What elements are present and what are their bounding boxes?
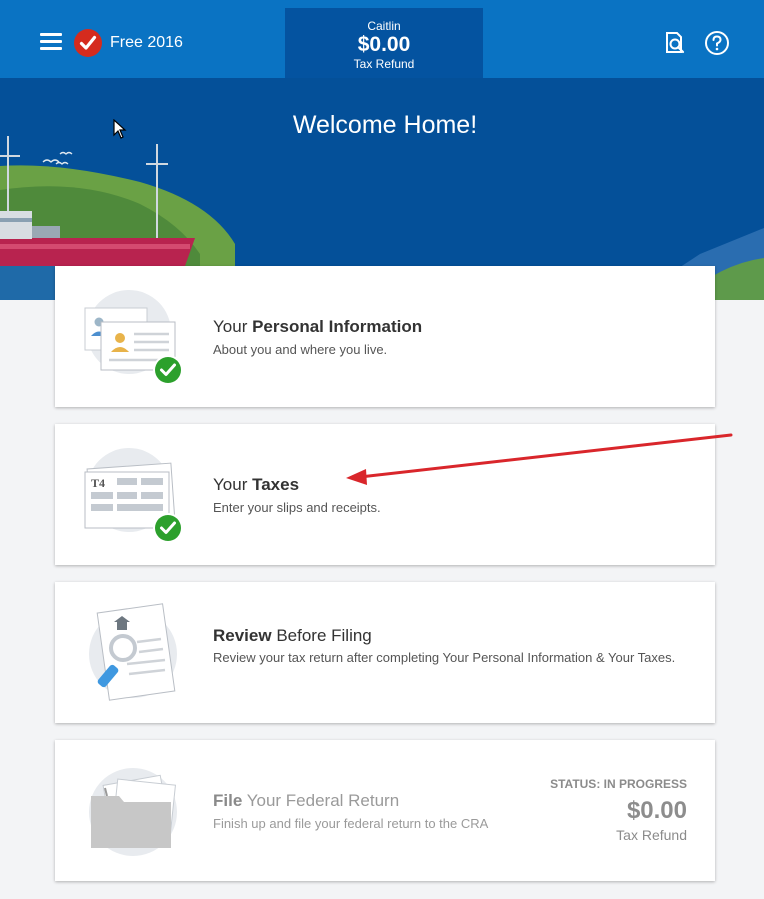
user-name: Caitlin xyxy=(367,19,401,33)
status-refund-amount: $0.00 xyxy=(626,797,687,824)
top-bar: Free 2016 Caitlin $0.00 Tax Refund xyxy=(0,0,764,78)
mouse-cursor-icon xyxy=(113,119,127,139)
refund-summary-tab[interactable]: Caitlin $0.00 Tax Refund xyxy=(285,8,483,78)
card-title: Your Personal Information xyxy=(213,317,422,337)
product-name: Free 2016 xyxy=(110,34,183,51)
refund-amount: $0.00 xyxy=(357,33,411,56)
card-title: Your Taxes xyxy=(213,475,299,495)
card-title: Review Before Filing xyxy=(213,626,372,646)
search-document-icon[interactable] xyxy=(662,30,688,56)
t4-slip-illustration-icon: T4 xyxy=(84,448,183,543)
review-magnifier-illustration-icon xyxy=(89,603,177,701)
card-subtitle: About you and where you live. xyxy=(213,342,388,357)
title-bold: File xyxy=(213,791,243,810)
title-bold: Taxes xyxy=(252,475,300,494)
status-refund-label: Tax Refund xyxy=(616,827,687,843)
title-suffix: Your Federal Return xyxy=(242,791,400,810)
help-icon[interactable] xyxy=(704,30,730,56)
personal-info-illustration-icon xyxy=(84,290,183,385)
status-text: STATUS: IN PROGRESS xyxy=(550,777,687,791)
title-prefix: Your xyxy=(213,317,253,336)
t4-label: T4 xyxy=(91,476,105,490)
return-status: STATUS: IN PROGRESS $0.00 Tax Refund xyxy=(550,777,687,843)
card-file-federal-return[interactable]: File Your Federal Return Finish up and f… xyxy=(55,740,715,881)
title-prefix: Your xyxy=(213,475,253,494)
card-title: File Your Federal Return xyxy=(213,791,399,811)
title-bold: Personal Information xyxy=(252,317,423,336)
card-review-before-filing[interactable]: Review Before Filing Review your tax ret… xyxy=(55,582,715,723)
logo-check-icon xyxy=(74,29,102,57)
card-personal-information[interactable]: Your Personal Information About you and … xyxy=(55,266,715,407)
card-subtitle: Review your tax return after completing … xyxy=(213,650,676,665)
menu-icon[interactable] xyxy=(40,33,62,51)
file-folder-illustration-icon xyxy=(89,768,177,856)
title-bold: Review xyxy=(213,626,272,645)
title-suffix: Before Filing xyxy=(271,626,372,645)
card-your-taxes[interactable]: T4 Your Taxes Enter your slips and recei… xyxy=(55,424,715,565)
refund-label: Tax Refund xyxy=(353,57,415,71)
card-subtitle: Enter your slips and receipts. xyxy=(213,500,381,515)
